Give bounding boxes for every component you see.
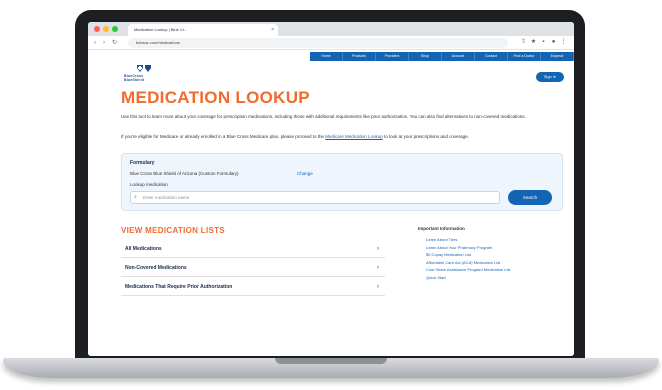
search-placeholder: Enter medication name xyxy=(143,195,190,200)
formulary-value: Blue Cross Blue Shield of Arizona (Custo… xyxy=(130,171,239,176)
nav-item-contact[interactable]: Contact xyxy=(475,52,508,61)
extensions-icon[interactable]: ▪ xyxy=(540,39,547,46)
nav-item-home[interactable]: Home xyxy=(310,52,343,61)
chevron-right-icon: › xyxy=(377,265,379,271)
list-item-label: All Medications xyxy=(125,246,162,252)
tab-title: Medication Lookup | Blue Cr... xyxy=(134,27,188,32)
nav-item-find-doctor[interactable]: Find a Doctor xyxy=(508,52,541,61)
top-nav: Home Products Providers Shop Account Con… xyxy=(310,52,574,61)
list-item-label: Non-Covered Medications xyxy=(125,265,187,271)
page-title: MEDICATION LOOKUP xyxy=(121,88,310,107)
chevron-right-icon: › xyxy=(377,246,379,252)
formulary-label: Formulary xyxy=(130,160,155,166)
address-bar: ‹ › ↻ bcbsaz.com/medications ⇧ ★ ▪ ● ⋮ xyxy=(88,36,574,50)
list-item-all-medications[interactable]: All Medications › xyxy=(121,240,385,258)
sign-in-button[interactable]: Sign In xyxy=(536,72,564,82)
search-button[interactable]: Search xyxy=(508,190,552,205)
back-icon[interactable]: ‹ xyxy=(94,39,96,47)
url-field[interactable]: bcbsaz.com/medications xyxy=(128,38,508,48)
important-info-heading: Important Information xyxy=(418,226,465,231)
info-link-pharmacy-program[interactable]: Learn About Your Pharmacy Program xyxy=(418,244,568,252)
close-window-button[interactable] xyxy=(94,26,100,32)
medication-search-input[interactable]: ⌕ Enter medication name xyxy=(130,191,500,204)
nav-item-providers[interactable]: Providers xyxy=(376,52,409,61)
page: Home Products Providers Shop Account Con… xyxy=(88,50,574,356)
nav-item-products[interactable]: Products xyxy=(343,52,376,61)
nav-item-espanol[interactable]: Espanol xyxy=(541,52,574,61)
minimize-window-button[interactable] xyxy=(103,26,109,32)
laptop-notch xyxy=(275,358,387,364)
laptop-frame: Medication Lookup | Blue Cr... × ‹ › ↻ b… xyxy=(0,0,662,390)
chevron-right-icon: › xyxy=(377,284,379,290)
profile-icon[interactable]: ● xyxy=(550,39,557,46)
browser-tabbar: Medication Lookup | Blue Cr... × xyxy=(88,22,574,36)
search-icon: ⌕ xyxy=(134,194,137,200)
logo-text: BlueCross BlueShield xyxy=(124,74,145,82)
medicare-note: If you're eligible for Medicare or alrea… xyxy=(121,134,561,141)
list-item-prior-auth[interactable]: Medications That Require Prior Authoriza… xyxy=(121,278,385,296)
formulary-panel: Formulary Blue Cross Blue Shield of Ariz… xyxy=(121,153,563,211)
info-link-quick-start[interactable]: Quick Start xyxy=(418,274,568,282)
important-info: Important Information Learn About Tiers … xyxy=(418,226,568,281)
menu-icon[interactable]: ⋮ xyxy=(560,39,567,46)
screen: Medication Lookup | Blue Cr... × ‹ › ↻ b… xyxy=(88,22,574,356)
nav-item-account[interactable]: Account xyxy=(442,52,475,61)
change-formulary-link[interactable]: Change xyxy=(297,171,313,176)
bcbs-logo-icon xyxy=(137,65,151,72)
info-link-tiers[interactable]: Learn About Tiers xyxy=(418,236,568,244)
lists-title: VIEW MEDICATION LISTS xyxy=(121,226,225,235)
reload-icon[interactable]: ↻ xyxy=(112,39,117,47)
forward-icon[interactable]: › xyxy=(103,39,105,47)
info-link-cost-share[interactable]: Cost Share Assistance Program Medication… xyxy=(418,266,568,274)
logo[interactable]: BlueCross BlueShield xyxy=(124,64,164,82)
list-item-label: Medications That Require Prior Authoriza… xyxy=(125,284,233,290)
nav-item-shop[interactable]: Shop xyxy=(409,52,442,61)
list-item-non-covered[interactable]: Non-Covered Medications › xyxy=(121,259,385,277)
lookup-label: Lookup medication xyxy=(130,182,168,187)
maximize-window-button[interactable] xyxy=(112,26,118,32)
browser-tab[interactable]: Medication Lookup | Blue Cr... × xyxy=(128,24,278,36)
medicare-lookup-link[interactable]: Medicare Medication Lookup xyxy=(325,134,383,139)
info-link-zero-copay[interactable]: $0 Copay Medication List xyxy=(418,251,568,259)
bookmark-icon[interactable]: ★ xyxy=(530,39,537,46)
medicare-note-after: to look at your prescriptions and covera… xyxy=(384,134,469,139)
intro-text: Use this tool to learn more about your c… xyxy=(121,114,526,119)
medicare-note-before: If you're eligible for Medicare or alrea… xyxy=(121,134,324,139)
info-link-aca-list[interactable]: Affordable Care Act (ACA) Medication Lis… xyxy=(418,259,568,267)
tab-close-icon[interactable]: × xyxy=(271,24,274,36)
share-icon[interactable]: ⇧ xyxy=(520,39,527,46)
